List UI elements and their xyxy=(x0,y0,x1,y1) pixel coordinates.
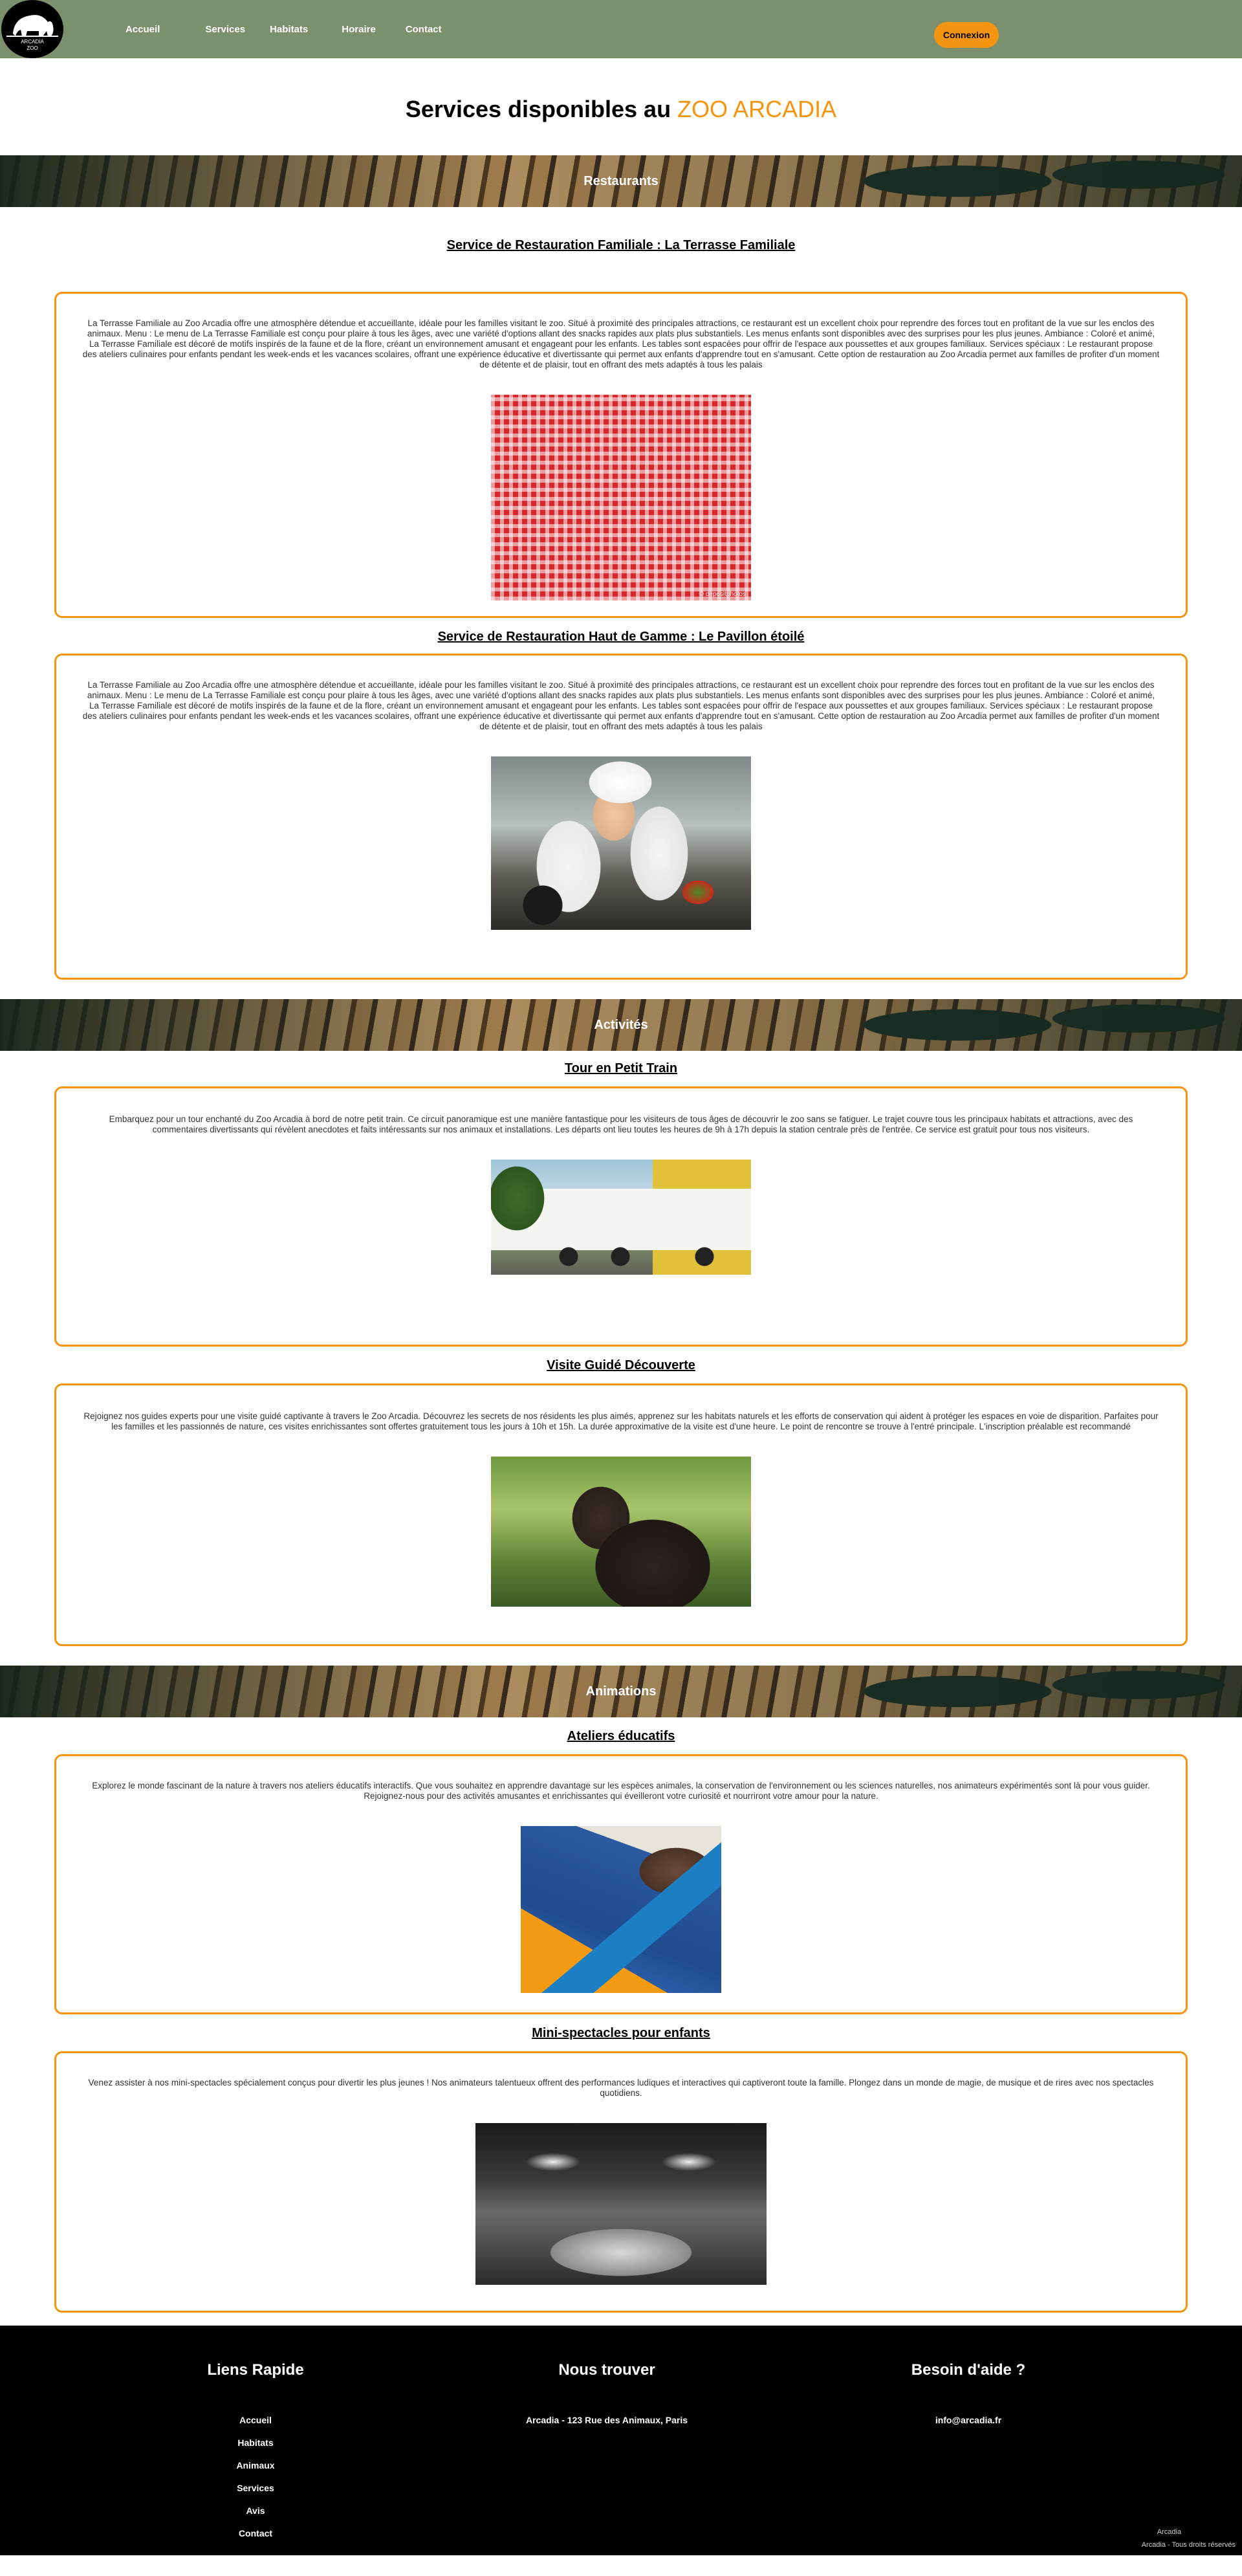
footer-help-column: Besoin d'aide ? info@arcadia.fr xyxy=(871,2361,1065,2427)
banner-title: Activités xyxy=(594,1017,648,1032)
footer-links-column: Liens Rapide Accueil Habitats Animaux Se… xyxy=(191,2361,320,2551)
footer-column-title: Besoin d'aide ? xyxy=(911,2361,1026,2379)
nav-horaire[interactable]: Horaire xyxy=(342,24,376,35)
service-title: Ateliers éducatifs xyxy=(567,1729,675,1743)
logo-text: ARCADIA ZOO xyxy=(21,39,44,51)
footer-address-column: Nous trouver Arcadia - 123 Rue des Anima… xyxy=(477,2361,736,2425)
footer-link-contact[interactable]: Contact xyxy=(191,2528,320,2538)
tablecloth-image: © depositphotos xyxy=(491,395,751,600)
activites-banner: Activités xyxy=(0,999,1242,1051)
login-button[interactable]: Connexion xyxy=(934,22,999,48)
page-title-prefix: Services disponibles au xyxy=(405,96,671,122)
nav-habitats[interactable]: Habitats xyxy=(270,24,308,35)
footer-column-title: Nous trouver xyxy=(558,2361,655,2379)
nav-services[interactable]: Services xyxy=(205,24,245,35)
top-navbar: ARCADIA ZOO Accueil Services Habitats Hor… xyxy=(0,0,1242,58)
service-title: Service de Restauration Familiale : La T… xyxy=(446,238,796,252)
footer-address: Arcadia - 123 Rue des Animaux, Paris xyxy=(525,2415,688,2425)
service-description: La Terrasse Familiale au Zoo Arcadia off… xyxy=(82,318,1160,369)
image-watermark: © depositphotos xyxy=(699,591,746,598)
service-description: Rejoignez nos guides experts pour une vi… xyxy=(83,1411,1159,1431)
service-card: La Terrasse Familiale au Zoo Arcadia off… xyxy=(54,292,1188,618)
footer-link-habitats[interactable]: Habitats xyxy=(191,2438,320,2448)
service-title: Service de Restauration Haut de Gamme : … xyxy=(437,630,805,644)
service-card: Rejoignez nos guides experts pour une vi… xyxy=(54,1383,1188,1646)
footer-link-avis[interactable]: Avis xyxy=(191,2505,320,2516)
nav-accueil[interactable]: Accueil xyxy=(125,24,160,35)
site-footer: Liens Rapide Accueil Habitats Animaux Se… xyxy=(0,2326,1242,2555)
nav-contact[interactable]: Contact xyxy=(406,24,442,35)
footer-email-link[interactable]: info@arcadia.fr xyxy=(935,2415,1001,2425)
page-title: Services disponibles au ZOO ARCADIA xyxy=(0,58,1242,155)
copyright-text: Arcadia - Tous droits réservés xyxy=(1141,2541,1236,2549)
service-card: Venez assister à nos mini-spectacles spé… xyxy=(54,2051,1188,2313)
banner-title: Animations xyxy=(585,1684,657,1699)
chefs-image xyxy=(491,756,751,930)
service-description: Explorez le monde fascinant de la nature… xyxy=(92,1781,1150,1801)
service-title: Tour en Petit Train xyxy=(564,1061,678,1075)
paper-craft-image xyxy=(521,1826,721,1993)
service-card: Embarquez pour un tour enchanté du Zoo A… xyxy=(54,1086,1188,1347)
service-description: La Terrasse Familiale au Zoo Arcadia off… xyxy=(82,680,1160,731)
service-description: Embarquez pour un tour enchanté du Zoo A… xyxy=(109,1114,1133,1134)
chimpanzee-image xyxy=(491,1457,751,1607)
zoo-logo[interactable]: ARCADIA ZOO xyxy=(1,0,63,58)
service-description: Venez assister à nos mini-spectacles spé… xyxy=(88,2078,1154,2098)
service-title: Mini-spectacles pour enfants xyxy=(532,2026,710,2040)
footer-link-animaux[interactable]: Animaux xyxy=(191,2460,320,2471)
banner-title: Restaurants xyxy=(583,173,659,188)
service-card: Explorez le monde fascinant de la nature… xyxy=(54,1754,1188,2014)
service-card: La Terrasse Familiale au Zoo Arcadia off… xyxy=(54,654,1188,980)
copyright-brand: Arcadia xyxy=(1157,2528,1181,2536)
footer-link-accueil[interactable]: Accueil xyxy=(191,2415,320,2425)
footer-column-title: Liens Rapide xyxy=(207,2361,304,2379)
footer-link-services[interactable]: Services xyxy=(191,2483,320,2493)
restaurants-banner: Restaurants xyxy=(0,155,1242,207)
footer-copyright: Arcadia Arcadia - Tous droits réservés xyxy=(1100,2528,1242,2554)
main-nav: Accueil Services Habitats Horaire Contac… xyxy=(125,0,475,58)
stage-show-image xyxy=(475,2123,767,2285)
animations-banner: Animations xyxy=(0,1666,1242,1717)
train-image xyxy=(491,1160,751,1275)
service-title: Visite Guidé Découverte xyxy=(547,1358,695,1372)
page-title-brand: ZOO ARCADIA xyxy=(677,96,837,122)
